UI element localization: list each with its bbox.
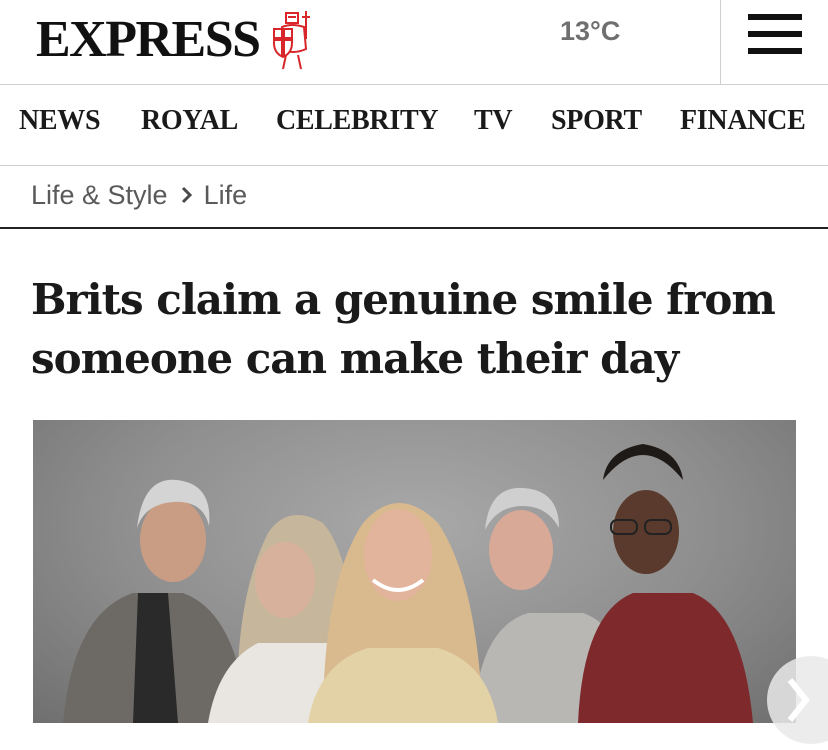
site-header: EXPRESS 13°C [0, 0, 828, 85]
crusader-knight-icon [272, 11, 310, 70]
nav-item-tv[interactable]: TV [474, 105, 513, 137]
breadcrumb-life[interactable]: Life [204, 180, 248, 211]
article-hero-image[interactable] [33, 420, 796, 723]
site-logo[interactable]: EXPRESS [36, 10, 316, 70]
hero-photo-illustration [63, 444, 753, 723]
nav-item-celebrity[interactable]: CELEBRITY [276, 105, 439, 137]
temperature-readout: 13°C [560, 16, 621, 46]
nav-item-sport[interactable]: SPORT [551, 105, 642, 137]
chevron-right-icon [181, 186, 192, 204]
hamburger-menu-icon[interactable] [748, 14, 802, 54]
breadcrumb-life-style[interactable]: Life & Style [31, 180, 168, 211]
nav-item-royal[interactable]: ROYAL [141, 105, 238, 137]
header-divider [720, 0, 721, 84]
nav-item-finance[interactable]: FINANCE [680, 105, 806, 137]
article-headline: Brits claim a genuine smile from someone… [31, 275, 776, 383]
logo-text: EXPRESS [36, 11, 261, 68]
chevron-right-icon[interactable] [766, 640, 828, 750]
breadcrumb: Life & Style Life [31, 178, 247, 212]
main-nav: NEWS ROYAL CELEBRITY TV SPORT FINANCE [0, 85, 828, 166]
section-rule [0, 227, 828, 229]
nav-item-news[interactable]: NEWS [19, 105, 101, 137]
